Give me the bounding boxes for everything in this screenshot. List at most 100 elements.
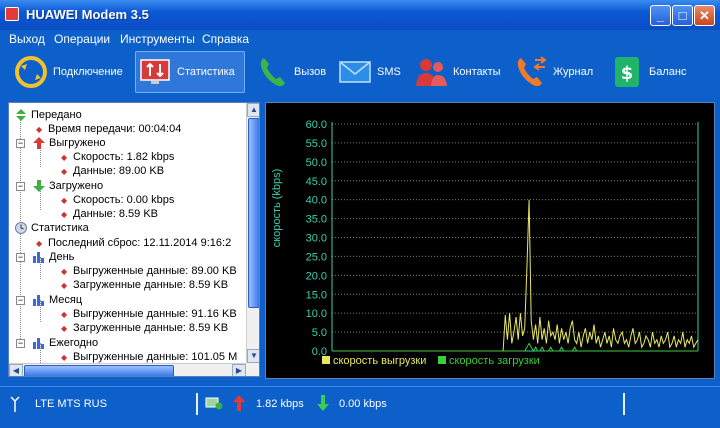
y-tick-label: 40.0 xyxy=(306,195,327,207)
status-divider xyxy=(623,393,625,415)
y-tick-label: 25.0 xyxy=(306,251,327,263)
statistics-tree[interactable]: Передано ◆ Время передачи: 00:04:04 − Вы… xyxy=(8,102,260,377)
bullet-icon: ◆ xyxy=(61,323,68,333)
tree-node-month[interactable]: Месяц xyxy=(32,293,82,307)
maximize-button[interactable]: □ xyxy=(672,5,693,26)
network-connection-icon xyxy=(205,396,223,413)
bullet-icon: ◆ xyxy=(36,124,43,134)
balance-icon: $ xyxy=(608,53,646,91)
window-title: HUAWEI Modem 3.5 xyxy=(26,7,149,22)
bullet-icon: ◆ xyxy=(61,266,68,276)
y-tick-label: 15.0 xyxy=(306,289,327,301)
bullet-icon: ◆ xyxy=(61,166,68,176)
collapse-uploaded-toggle[interactable]: − xyxy=(16,139,25,148)
legend-label: скорость загрузки xyxy=(449,355,540,367)
scroll-corner xyxy=(246,363,259,376)
app-logo-icon xyxy=(5,7,19,21)
bullet-icon: ◆ xyxy=(61,280,68,290)
svg-text:$: $ xyxy=(621,63,634,84)
bullet-icon: ◆ xyxy=(61,352,68,362)
call-button[interactable]: Вызов xyxy=(253,51,326,93)
modem-window: HUAWEI Modem 3.5 _ □ ✕ Выход Операции Ин… xyxy=(0,0,720,428)
scroll-left-button[interactable]: ◀ xyxy=(9,364,23,376)
transfer-arrows-icon xyxy=(14,109,27,122)
legend-label: скорость выгрузки xyxy=(333,355,426,367)
balance-button[interactable]: $ Баланс xyxy=(608,51,686,93)
tree-item-day-down[interactable]: ◆ Загруженные данные: 8.59 KB xyxy=(61,278,228,292)
speed-chart-panel: 60.0 55.0 50.0 45.0 40.0 35.0 30.0 25.0 20.0 15.0… xyxy=(265,102,715,379)
tree-node-yearly[interactable]: Ежегодно xyxy=(32,336,98,350)
collapse-month-toggle[interactable]: − xyxy=(16,296,25,305)
tree-item-year-up[interactable]: ◆ Выгруженные данные: 101.05 M xyxy=(61,350,237,364)
scroll-down-button[interactable]: ▼ xyxy=(247,349,259,363)
tree-item-day-up[interactable]: ◆ Выгруженные данные: 89.00 KB xyxy=(61,264,237,278)
menu-help[interactable]: Справка xyxy=(202,32,249,46)
scroll-right-button[interactable]: ▶ xyxy=(232,364,246,376)
tree-vertical-scrollbar[interactable]: ▲ ▼ xyxy=(246,103,259,363)
y-axis-label: скорость (kbps) xyxy=(271,169,283,248)
menu-operations[interactable]: Операции xyxy=(54,32,110,46)
tree-node-uploaded[interactable]: Выгружено xyxy=(32,136,106,150)
y-tick-label: 20.0 xyxy=(306,270,327,282)
tree-item-up-speed[interactable]: ◆ Скорость: 1.82 kbps xyxy=(61,150,174,164)
connect-button[interactable]: Подключение xyxy=(12,51,123,93)
download-speed-icon xyxy=(317,395,329,414)
tree-item-month-up[interactable]: ◆ Выгруженные данные: 91.16 KB xyxy=(61,307,237,321)
tree-node-statistics[interactable]: Статистика xyxy=(14,221,89,235)
menu-tools[interactable]: Инструменты xyxy=(120,32,195,46)
collapse-yearly-toggle[interactable]: − xyxy=(16,339,25,348)
speed-chart: 60.0 55.0 50.0 45.0 40.0 35.0 30.0 25.0 20.0 15.0… xyxy=(271,119,699,367)
log-button[interactable]: Журнал xyxy=(512,51,593,93)
bullet-icon: ◆ xyxy=(36,238,43,248)
scroll-up-button[interactable]: ▲ xyxy=(247,103,259,117)
y-tick-label: 30.0 xyxy=(306,233,327,245)
hscroll-thumb[interactable] xyxy=(24,365,174,376)
tree-item-time[interactable]: ◆ Время передачи: 00:04:04 xyxy=(36,122,181,136)
toolbar: Подключение Статистика Вызов SMS Контакт… xyxy=(0,48,720,98)
bullet-icon: ◆ xyxy=(61,195,68,205)
legend-swatch xyxy=(438,356,446,364)
upload-speed: 1.82 kbps xyxy=(256,398,304,410)
tree-node-downloaded[interactable]: Загружено xyxy=(32,179,103,193)
bullet-icon: ◆ xyxy=(61,152,68,162)
y-tick-label: 60.0 xyxy=(306,119,327,131)
menu-bar: Выход Операции Инструменты Справка xyxy=(0,30,720,48)
tree-node-sent[interactable]: Передано xyxy=(14,108,82,122)
contacts-button[interactable]: Контакты xyxy=(412,51,501,93)
title-bar[interactable]: HUAWEI Modem 3.5 _ □ ✕ xyxy=(0,0,720,30)
sms-button[interactable]: SMS xyxy=(336,51,401,93)
tree-item-down-data[interactable]: ◆ Данные: 8.59 KB xyxy=(61,207,158,221)
tree-item-last-reset[interactable]: ◆ Последний сброс: 12.11.2014 9:16:2 xyxy=(36,236,231,250)
upload-arrow-icon xyxy=(32,137,45,150)
tree-horizontal-scrollbar[interactable]: ◀ ▶ xyxy=(9,363,246,376)
close-button[interactable]: ✕ xyxy=(694,5,715,26)
bullet-icon: ◆ xyxy=(61,209,68,219)
y-tick-label: 55.0 xyxy=(306,138,327,150)
tree-node-day[interactable]: День xyxy=(32,250,74,264)
phone-icon xyxy=(253,53,291,91)
y-tick-label: 35.0 xyxy=(306,214,327,226)
tree-item-up-data[interactable]: ◆ Данные: 89.00 KB xyxy=(61,164,164,178)
status-divider xyxy=(196,393,198,415)
download-arrow-icon xyxy=(32,180,45,193)
y-tick-label: 50.0 xyxy=(306,157,327,169)
minimize-button[interactable]: _ xyxy=(650,5,671,26)
envelope-icon xyxy=(336,53,374,91)
legend-swatch xyxy=(322,356,330,364)
tree-item-down-speed[interactable]: ◆ Скорость: 0.00 kbps xyxy=(61,193,174,207)
collapse-downloaded-toggle[interactable]: − xyxy=(16,182,25,191)
statistics-button[interactable]: Статистика xyxy=(135,51,245,93)
bar-chart-icon xyxy=(32,294,45,307)
upload-speed-icon xyxy=(233,395,245,414)
bullet-icon: ◆ xyxy=(61,309,68,319)
menu-exit[interactable]: Выход xyxy=(9,32,45,46)
scroll-thumb[interactable] xyxy=(248,118,259,308)
tree-item-month-down[interactable]: ◆ Загруженные данные: 8.59 KB xyxy=(61,321,228,335)
network-status: LTE MTS RUS xyxy=(35,398,107,410)
connect-icon xyxy=(12,53,50,91)
clock-icon xyxy=(14,222,27,235)
contacts-icon xyxy=(412,53,450,91)
y-tick-label: 45.0 xyxy=(306,176,327,188)
collapse-day-toggle[interactable]: − xyxy=(16,253,25,262)
download-speed: 0.00 kbps xyxy=(339,398,387,410)
